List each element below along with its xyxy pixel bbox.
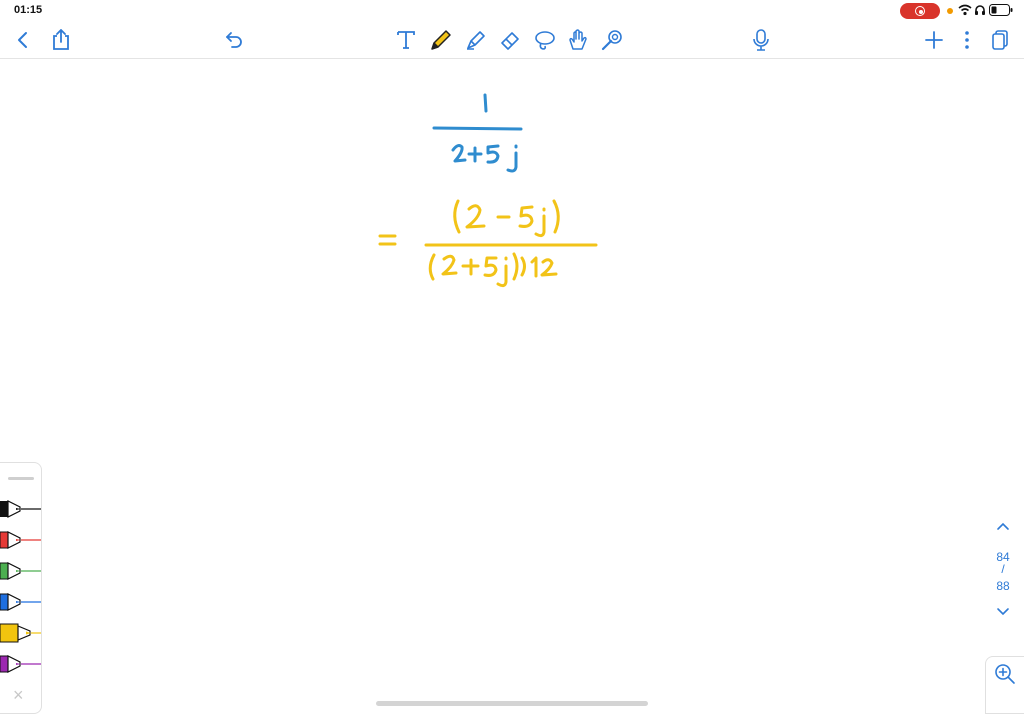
green-pen[interactable] (0, 561, 41, 581)
mic-in-use-indicator-icon (947, 8, 953, 14)
page-navigator: 84 / 88 (986, 520, 1020, 620)
handwritten-ink (378, 93, 598, 288)
yellow-highlighter[interactable] (0, 623, 41, 643)
screen-recording-icon (900, 3, 940, 19)
pages-icon[interactable] (985, 25, 1015, 55)
status-bar: 01:15 (0, 0, 1024, 22)
chevron-down-icon[interactable] (995, 606, 1011, 618)
wifi-icon (958, 4, 972, 16)
red-pen[interactable] (0, 530, 41, 550)
zoom-button[interactable] (985, 656, 1024, 714)
share-icon[interactable] (46, 25, 76, 55)
status-time: 01:15 (14, 4, 43, 16)
ink-blue-fraction (432, 93, 523, 173)
black-pen[interactable] (0, 499, 41, 519)
toolbar (0, 22, 1024, 59)
tray-grip-handle[interactable] (8, 477, 34, 480)
blue-pen[interactable] (0, 592, 41, 612)
hand-tool-icon[interactable] (563, 25, 593, 55)
text-tool-icon[interactable] (391, 25, 421, 55)
purple-pen[interactable] (0, 654, 41, 674)
zoom-in-icon (995, 664, 1015, 684)
page-separator: / (1001, 562, 1005, 576)
back-icon[interactable] (8, 25, 38, 55)
total-pages: 88 (996, 579, 1010, 593)
lasso-tool-icon[interactable] (530, 25, 560, 55)
undo-icon[interactable] (219, 25, 249, 55)
add-page-icon[interactable] (919, 25, 949, 55)
close-tray-icon[interactable]: × (13, 686, 24, 704)
pen-tool-icon[interactable] (426, 25, 456, 55)
note-canvas[interactable] (0, 59, 1024, 712)
highlighter-tool-icon[interactable] (461, 25, 491, 55)
microphone-icon[interactable] (746, 25, 776, 55)
ink-yellow-expression (378, 199, 598, 288)
chevron-up-icon[interactable] (995, 520, 1011, 532)
headphones-icon (975, 5, 985, 15)
home-indicator[interactable] (376, 701, 648, 706)
laser-pointer-icon[interactable] (597, 25, 627, 55)
eraser-tool-icon[interactable] (495, 25, 525, 55)
more-icon[interactable] (952, 25, 982, 55)
battery-icon (989, 4, 1013, 16)
pen-tray: × (0, 462, 42, 714)
